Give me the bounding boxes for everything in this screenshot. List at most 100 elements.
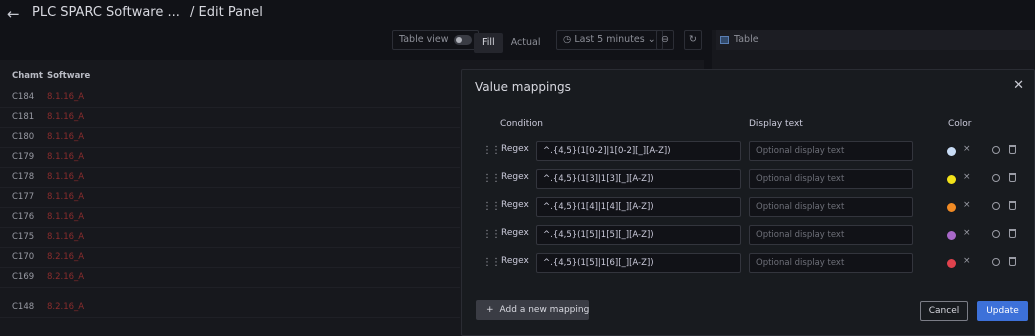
trash-icon[interactable] bbox=[1009, 257, 1016, 266]
drag-handle-icon[interactable]: ⋮⋮ bbox=[482, 201, 501, 212]
column-header-condition: Condition bbox=[500, 119, 543, 129]
cell-chamt: C184 bbox=[12, 92, 35, 102]
color-swatch[interactable] bbox=[947, 175, 956, 184]
table-row: C181 8.1.16_A bbox=[0, 108, 460, 128]
page-title: / Edit Panel bbox=[190, 5, 263, 20]
drag-handle-icon[interactable]: ⋮⋮ bbox=[482, 257, 501, 268]
clock-icon: ◷ bbox=[563, 34, 572, 45]
arrow-left-icon[interactable]: ← bbox=[7, 4, 20, 24]
cancel-button[interactable]: Cancel bbox=[920, 301, 968, 321]
color-swatch[interactable] bbox=[947, 259, 956, 268]
cell-chamt: C170 bbox=[12, 252, 35, 262]
clear-color-icon[interactable]: × bbox=[963, 228, 971, 238]
regex-pattern-input[interactable] bbox=[536, 141, 741, 161]
color-swatch[interactable] bbox=[947, 203, 956, 212]
table-row: C180 8.1.16_A bbox=[0, 128, 460, 148]
copy-icon[interactable] bbox=[992, 230, 1000, 238]
copy-icon[interactable] bbox=[992, 258, 1000, 266]
zoom-out-button[interactable]: ⊖ bbox=[656, 30, 674, 50]
cell-software: 8.1.16_A bbox=[47, 232, 85, 242]
update-button[interactable]: Update bbox=[977, 301, 1028, 321]
time-range-label: Last 5 minutes bbox=[574, 34, 645, 45]
column-header-display-text: Display text bbox=[749, 119, 803, 129]
value-mappings-modal: Value mappings ✕ Condition Display text … bbox=[461, 69, 1035, 336]
display-text-input[interactable] bbox=[749, 197, 913, 217]
copy-icon[interactable] bbox=[992, 146, 1000, 154]
clear-color-icon[interactable]: × bbox=[963, 200, 971, 210]
table-view-label: Table view bbox=[399, 34, 449, 45]
drag-handle-icon[interactable]: ⋮⋮ bbox=[482, 229, 501, 240]
clear-color-icon[interactable]: × bbox=[963, 144, 971, 154]
mapping-type: Regex bbox=[501, 228, 529, 238]
trash-icon[interactable] bbox=[1009, 229, 1016, 238]
dashboard-title[interactable]: PLC SPARC Software ... bbox=[32, 5, 180, 20]
display-text-input[interactable] bbox=[749, 225, 913, 245]
regex-pattern-input[interactable] bbox=[536, 197, 741, 217]
display-text-input[interactable] bbox=[749, 169, 913, 189]
add-mapping-label: Add a new mapping bbox=[499, 305, 590, 315]
mapping-type: Regex bbox=[501, 144, 529, 154]
table-row: C170 8.2.16_A bbox=[0, 248, 460, 268]
toggle-switch-icon[interactable] bbox=[454, 34, 473, 45]
drag-handle-icon[interactable]: ⋮⋮ bbox=[482, 145, 501, 156]
color-swatch[interactable] bbox=[947, 147, 956, 156]
table-row: C184 8.1.16_A bbox=[0, 88, 460, 108]
mapping-type: Regex bbox=[501, 172, 529, 182]
copy-icon[interactable] bbox=[992, 202, 1000, 210]
top-bar: ← PLC SPARC Software ... / Edit Panel bbox=[0, 0, 1035, 28]
modal-title: Value mappings bbox=[475, 80, 571, 94]
cell-chamt: C180 bbox=[12, 132, 35, 142]
cell-software: 8.1.16_A bbox=[47, 132, 85, 142]
table-row: C176 8.1.16_A bbox=[0, 208, 460, 228]
chevron-down-icon: ⌄ bbox=[647, 34, 656, 45]
cell-chamt: C177 bbox=[12, 192, 35, 202]
table-row: C148 8.2.16_A bbox=[0, 298, 460, 318]
clear-color-icon[interactable]: × bbox=[963, 172, 971, 182]
cell-software: 8.2.16_A bbox=[47, 252, 85, 262]
clear-color-icon[interactable]: × bbox=[963, 256, 971, 266]
regex-pattern-input[interactable] bbox=[536, 169, 741, 189]
mapping-row: ⋮⋮ Regex × bbox=[476, 197, 1026, 217]
trash-icon[interactable] bbox=[1009, 201, 1016, 210]
visualization-picker[interactable]: Table bbox=[716, 30, 1035, 50]
color-swatch[interactable] bbox=[947, 231, 956, 240]
mapping-row: ⋮⋮ Regex × bbox=[476, 253, 1026, 273]
fill-actual-switch: Fill Actual bbox=[474, 30, 549, 53]
regex-pattern-input[interactable] bbox=[536, 253, 741, 273]
breadcrumb: PLC SPARC Software ... / Edit Panel bbox=[32, 5, 263, 20]
mapping-row: ⋮⋮ Regex × bbox=[476, 141, 1026, 161]
cell-chamt: C179 bbox=[12, 152, 35, 162]
drag-handle-icon[interactable]: ⋮⋮ bbox=[482, 173, 501, 184]
table-icon bbox=[720, 36, 729, 44]
table-row: C169 8.2.16_A bbox=[0, 268, 460, 288]
fill-option[interactable]: Fill bbox=[474, 33, 503, 53]
trash-icon[interactable] bbox=[1009, 145, 1016, 154]
column-header-chamt[interactable]: Chamt bbox=[12, 71, 43, 81]
plus-icon: + bbox=[486, 305, 494, 315]
mapping-type: Regex bbox=[501, 256, 529, 266]
cell-chamt: C175 bbox=[12, 232, 35, 242]
cell-chamt: C169 bbox=[12, 272, 35, 282]
cell-software: 8.1.16_A bbox=[47, 112, 85, 122]
time-range-picker[interactable]: ◷ Last 5 minutes ⌄ bbox=[556, 30, 663, 50]
regex-pattern-input[interactable] bbox=[536, 225, 741, 245]
cell-software: 8.1.16_A bbox=[47, 152, 85, 162]
cell-software: 8.2.16_A bbox=[47, 302, 85, 312]
table-row: C178 8.1.16_A bbox=[0, 168, 460, 188]
display-text-input[interactable] bbox=[749, 253, 913, 273]
copy-icon[interactable] bbox=[992, 174, 1000, 182]
mapping-row: ⋮⋮ Regex × bbox=[476, 225, 1026, 245]
close-icon[interactable]: ✕ bbox=[1013, 78, 1024, 93]
column-header-color: Color bbox=[948, 119, 972, 129]
cell-software: 8.2.16_A bbox=[47, 272, 85, 282]
trash-icon[interactable] bbox=[1009, 173, 1016, 182]
cell-chamt: C176 bbox=[12, 212, 35, 222]
actual-option[interactable]: Actual bbox=[503, 33, 549, 53]
table-view-toggle[interactable]: Table view bbox=[392, 30, 480, 50]
add-mapping-button[interactable]: + Add a new mapping bbox=[476, 300, 589, 320]
table-row: C177 8.1.16_A bbox=[0, 188, 460, 208]
column-header-software[interactable]: Software bbox=[47, 71, 90, 81]
cell-chamt: C178 bbox=[12, 172, 35, 182]
display-text-input[interactable] bbox=[749, 141, 913, 161]
refresh-button[interactable]: ↻ bbox=[684, 30, 702, 50]
